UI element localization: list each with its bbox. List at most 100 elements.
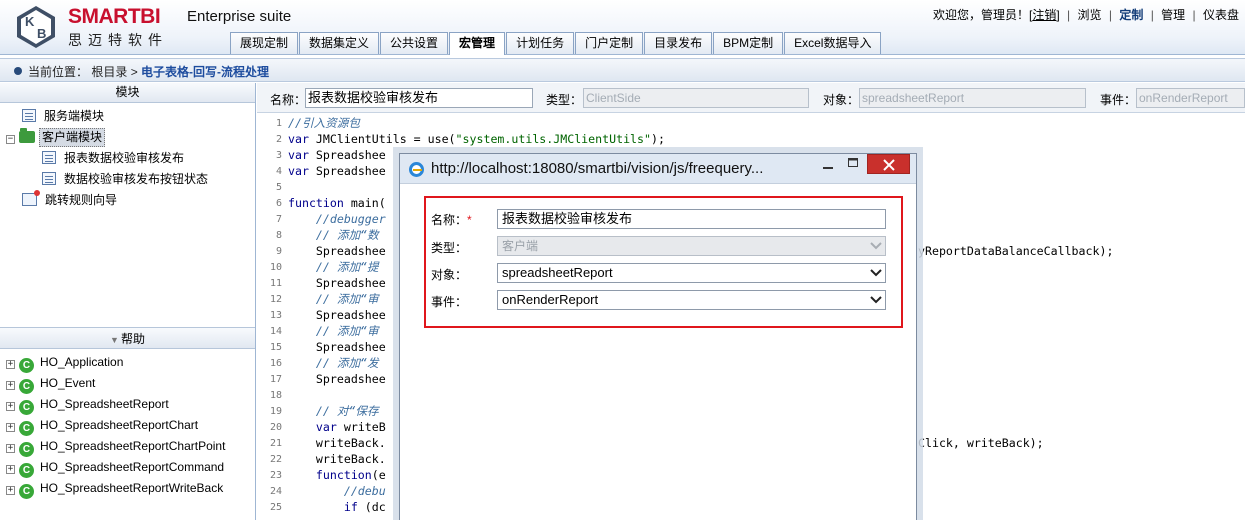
- class-icon: C: [19, 421, 34, 436]
- product-name: Enterprise suite: [187, 8, 292, 25]
- tree-item-label: 跳转规则向导: [45, 193, 118, 207]
- tab-dataset-define[interactable]: 数据集定义: [299, 32, 380, 54]
- breadcrumb-current: 电子表格-回写-流程处理: [141, 65, 270, 79]
- tree-item-jump-rule-wizard[interactable]: 跳转规则向导: [22, 190, 119, 210]
- line-number: 10: [269, 262, 282, 273]
- help-item[interactable]: + C HO_Application: [6, 352, 123, 373]
- dialog-object-label: 对象：: [431, 268, 468, 282]
- line-number: 15: [269, 342, 282, 353]
- line-number: 25: [269, 502, 282, 513]
- dialog-title-bar[interactable]: http://localhost:18080/smartbi/vision/js…: [400, 154, 916, 184]
- help-item[interactable]: + C HO_Event: [6, 373, 95, 394]
- expand-toggle-icon[interactable]: +: [6, 360, 15, 369]
- expand-toggle-icon[interactable]: +: [6, 402, 15, 411]
- code-line: // 对“保存: [288, 404, 379, 418]
- line-number: 9: [275, 246, 282, 257]
- class-icon: C: [19, 358, 34, 373]
- code-line: var Spreadshee: [288, 147, 386, 163]
- help-item[interactable]: + C HO_SpreadsheetReportChartPoint: [6, 436, 226, 457]
- help-item[interactable]: + C HO_SpreadsheetReport: [6, 394, 169, 415]
- breadcrumb: 当前位置： 根目录 > 电子表格-回写-流程处理: [0, 58, 1245, 82]
- help-item[interactable]: + C HO_SpreadsheetReportCommand: [6, 457, 224, 478]
- collapse-triangle-icon: ▼: [110, 335, 119, 345]
- tab-bpm-custom[interactable]: BPM定制: [713, 32, 784, 54]
- breadcrumb-text: 当前位置： 根目录 > 电子表格-回写-流程处理: [28, 63, 269, 80]
- line-number: 6: [275, 198, 282, 209]
- code-token: var: [288, 420, 337, 434]
- code-line: function(e: [288, 467, 386, 483]
- tree-item-server-module[interactable]: 服务端模块: [22, 106, 106, 126]
- code-token: JMClientUtils = use(: [308, 132, 456, 146]
- dialog-name-input[interactable]: 报表数据校验审核发布: [497, 209, 886, 229]
- help-item-label: HO_SpreadsheetReportChartPoint: [40, 439, 226, 453]
- tab-macro-management[interactable]: 宏管理: [449, 32, 506, 55]
- line-number: 11: [269, 278, 282, 289]
- expand-toggle-icon[interactable]: +: [6, 423, 15, 432]
- logout-link[interactable]: 注销: [1032, 8, 1056, 22]
- brand-logo-text: SMARTBI: [68, 5, 161, 28]
- tab-portal-custom[interactable]: 门户定制: [575, 32, 644, 54]
- tree-item-validate-button-state[interactable]: 数据校验审核发布按钮状态: [42, 169, 210, 189]
- code-line: // 添加“发: [288, 356, 379, 370]
- wizard-icon: [22, 190, 40, 206]
- breadcrumb-root[interactable]: 根目录 >: [91, 65, 137, 79]
- line-number: 19: [269, 406, 282, 417]
- collapse-toggle-icon[interactable]: −: [6, 135, 15, 144]
- code-token: main(: [343, 196, 386, 210]
- welcome-text: 欢迎您，管理员！[: [932, 8, 1033, 22]
- code-line: var JMClientUtils = use("system.utils.JM…: [288, 131, 665, 147]
- divider: |: [1067, 8, 1071, 22]
- expand-toggle-icon[interactable]: +: [6, 486, 15, 495]
- tree-item-report-validate-publish[interactable]: 报表数据校验审核发布: [42, 148, 186, 168]
- name-label: 名称：: [270, 93, 307, 107]
- divider: |: [1192, 8, 1196, 22]
- help-item[interactable]: + C HO_SpreadsheetReportChart: [6, 415, 199, 436]
- code-line: writeBack.: [288, 436, 386, 450]
- code-token: Spreadshee: [308, 148, 386, 162]
- expand-toggle-icon[interactable]: +: [6, 465, 15, 474]
- divider: |: [1150, 8, 1154, 22]
- dialog-event-select[interactable]: onRenderReport: [497, 290, 886, 310]
- top-links: 欢迎您，管理员！[注销] | 浏览 | 定制 | 管理 | 仪表盘: [933, 6, 1239, 23]
- tab-catalog-publish[interactable]: 目录发布: [644, 32, 713, 54]
- dialog-event-label: 事件：: [431, 295, 468, 309]
- close-button[interactable]: [867, 154, 910, 174]
- help-item-label: HO_SpreadsheetReportChart: [40, 418, 199, 432]
- minimize-icon: [823, 167, 833, 169]
- code-token: (e: [371, 468, 386, 482]
- maximize-button[interactable]: [843, 156, 863, 174]
- line-number: 5: [275, 182, 282, 193]
- tab-schedule-tasks[interactable]: 计划任务: [506, 32, 575, 54]
- customize-link[interactable]: 定制: [1119, 8, 1143, 22]
- line-number: 17: [269, 374, 282, 385]
- code-line-tail: Click, writeBack);: [918, 436, 1044, 450]
- tree-item-client-module[interactable]: − 客户端模块: [6, 127, 106, 147]
- dialog-name-label: 名称：*: [431, 211, 472, 228]
- expand-toggle-icon[interactable]: +: [6, 381, 15, 390]
- dialog-title: http://localhost:18080/smartbi/vision/js…: [431, 160, 764, 177]
- chevron-down-icon: [870, 296, 882, 304]
- expand-toggle-icon[interactable]: +: [6, 444, 15, 453]
- dialog-object-select[interactable]: spreadsheetReport: [497, 263, 886, 283]
- tab-excel-import[interactable]: Excel数据导入: [784, 32, 882, 54]
- help-panel-title[interactable]: ▼ 帮助: [0, 327, 255, 349]
- module-panel-title: 模块: [0, 83, 255, 103]
- help-item[interactable]: + C HO_SpreadsheetReportWriteBack: [6, 478, 223, 499]
- code-token: Spreadshee: [308, 164, 386, 178]
- brand-cn-text: 思迈特软件: [68, 33, 168, 49]
- line-number: 13: [269, 310, 282, 321]
- code-token: (dc: [357, 500, 386, 514]
- name-input[interactable]: 报表数据校验审核发布: [305, 88, 533, 108]
- browse-link[interactable]: 浏览: [1078, 8, 1102, 22]
- dashboard-link[interactable]: 仪表盘: [1203, 8, 1239, 22]
- minimize-button[interactable]: [818, 157, 838, 175]
- tab-public-settings[interactable]: 公共设置: [380, 32, 449, 54]
- manage-link[interactable]: 管理: [1161, 8, 1185, 22]
- code-line: var Spreadshee: [288, 163, 386, 179]
- dialog-type-label: 类型：: [431, 241, 468, 255]
- code-token: if: [288, 500, 358, 514]
- tab-display-custom[interactable]: 展现定制: [230, 32, 299, 54]
- class-icon: C: [19, 379, 34, 394]
- dialog-type-select: 客户端: [497, 236, 886, 256]
- code-token: );: [651, 132, 665, 146]
